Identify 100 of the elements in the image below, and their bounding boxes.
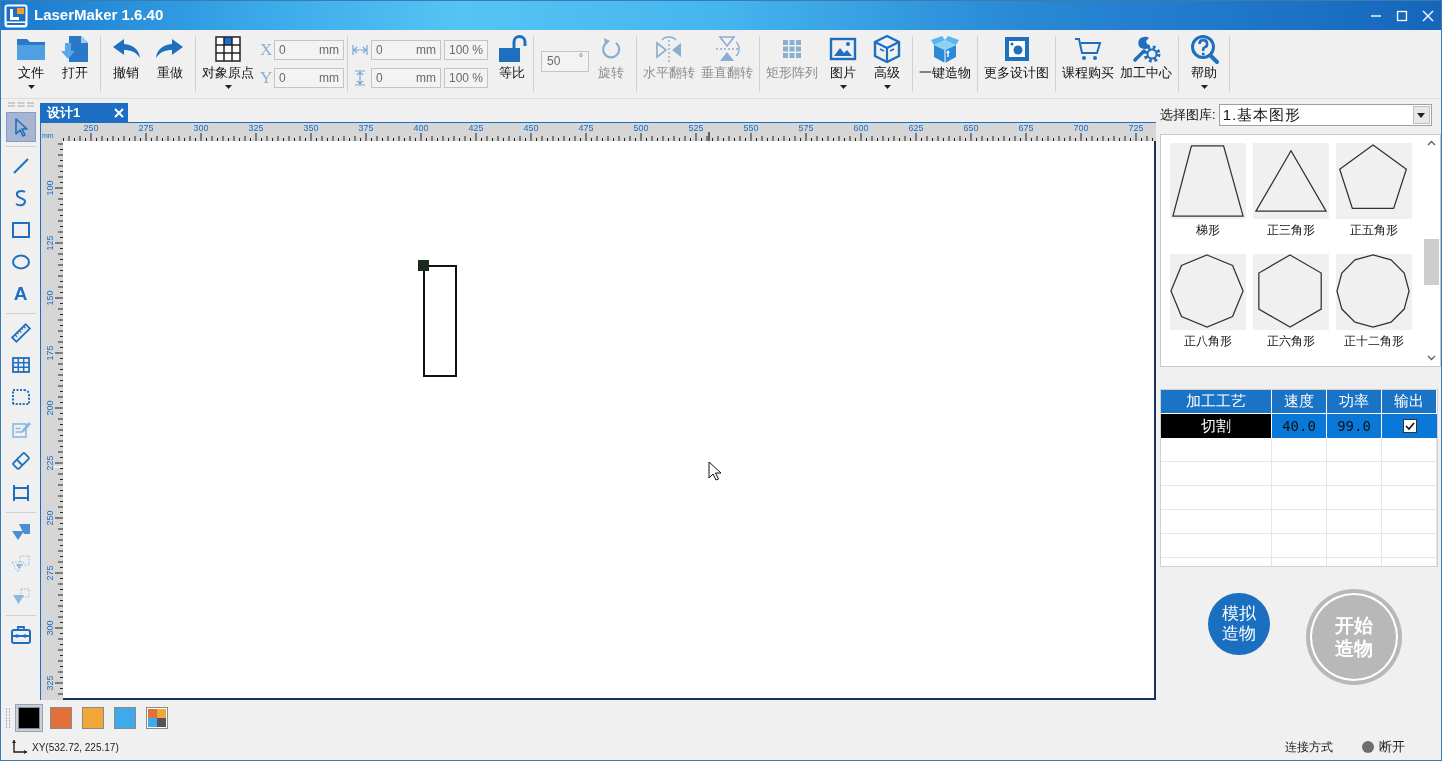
width-field[interactable]: 0 mm bbox=[371, 40, 441, 60]
grip-icon[interactable] bbox=[5, 706, 11, 729]
ruler-label: 300 bbox=[45, 619, 55, 638]
open-button[interactable]: 打开 bbox=[53, 30, 97, 98]
rectangle-icon bbox=[9, 219, 32, 241]
open-padlock-icon bbox=[497, 34, 527, 64]
pointer-tool[interactable] bbox=[5, 112, 36, 142]
image-button[interactable]: 图片 bbox=[821, 30, 865, 98]
ruler-label: 175 bbox=[45, 344, 55, 363]
ruler-label: 675 bbox=[1018, 123, 1034, 133]
ruler-label: 700 bbox=[1073, 123, 1089, 133]
shape-item[interactable]: 正五角形 bbox=[1336, 143, 1412, 247]
ruler-label: 400 bbox=[413, 123, 429, 133]
grid-icon bbox=[213, 34, 243, 64]
shop-button[interactable]: 课程购买 bbox=[1059, 30, 1117, 98]
octagon-icon bbox=[1170, 254, 1246, 330]
ruler-label: 150 bbox=[45, 289, 55, 308]
selection-handle[interactable] bbox=[418, 260, 429, 271]
angle-field[interactable]: 50 ° bbox=[541, 50, 589, 72]
table-cell: 40.0 bbox=[1272, 414, 1327, 438]
gear-wrench-icon bbox=[1131, 34, 1161, 64]
lock-button[interactable]: 等比 bbox=[494, 30, 530, 98]
width-arrows-icon bbox=[352, 42, 368, 58]
table-cell: 切割 bbox=[1161, 414, 1272, 438]
connection-label: 连接方式 bbox=[1285, 739, 1333, 756]
dashed-frame-icon bbox=[9, 386, 32, 408]
ruler-label: 200 bbox=[45, 399, 55, 418]
caret-icon bbox=[839, 85, 847, 89]
help-icon bbox=[1189, 34, 1219, 64]
ruler-label: 100 bbox=[45, 179, 55, 198]
trapezoid-icon bbox=[1170, 143, 1246, 219]
axis-label: X bbox=[260, 40, 274, 60]
width-scale-field[interactable]: 100 % bbox=[444, 40, 488, 60]
one-click-button[interactable]: 一键造物 bbox=[916, 30, 974, 98]
shape-item[interactable]: 正三角形 bbox=[1253, 143, 1329, 247]
connection-status: 断开 bbox=[1379, 738, 1405, 757]
file-button[interactable]: 文件 bbox=[9, 30, 53, 98]
shape-item[interactable]: 正八角形 bbox=[1170, 254, 1246, 358]
height-field[interactable]: 0 mm bbox=[371, 68, 441, 88]
ruler-label: 325 bbox=[248, 123, 264, 133]
table-icon bbox=[9, 354, 32, 376]
simulate-button[interactable]: 模拟造物 bbox=[1208, 593, 1270, 655]
eraser-icon bbox=[9, 450, 32, 472]
ruler-label: 300 bbox=[193, 123, 209, 133]
ruler-label: 575 bbox=[798, 123, 814, 133]
shape-item[interactable]: 正六角形 bbox=[1253, 254, 1329, 358]
redo-button[interactable]: 重做 bbox=[148, 30, 192, 98]
help-button[interactable]: 帮助 bbox=[1182, 30, 1226, 98]
ruler-label: 500 bbox=[633, 123, 649, 133]
ruler-label: 725 bbox=[1128, 123, 1144, 133]
ruler-label: 125 bbox=[45, 234, 55, 253]
undo-button[interactable]: 撤销 bbox=[104, 30, 148, 98]
ruler-label: 625 bbox=[908, 123, 924, 133]
x-position-field[interactable]: 0 mm bbox=[274, 40, 344, 60]
library-dropdown[interactable]: 1.基本图形 bbox=[1218, 104, 1432, 126]
ruler-label: 250 bbox=[83, 123, 99, 133]
axis-icon bbox=[11, 740, 27, 754]
open-box-icon bbox=[930, 34, 960, 64]
ruler-label: 650 bbox=[963, 123, 979, 133]
service-button[interactable]: 加工中心 bbox=[1117, 30, 1175, 98]
ruler-label: 225 bbox=[45, 454, 55, 473]
column-header: 功率 bbox=[1327, 390, 1382, 413]
document-tab[interactable]: 设计1 bbox=[40, 103, 128, 122]
text-tool[interactable]: A bbox=[5, 279, 36, 309]
window-title: LaserMaker 1.6.40 bbox=[34, 5, 164, 26]
origin-button[interactable]: 对象原点 bbox=[199, 30, 257, 98]
scrollbar-thumb[interactable] bbox=[1424, 239, 1439, 285]
grip-icon[interactable] bbox=[5, 102, 36, 107]
close-icon[interactable] bbox=[114, 107, 124, 118]
rectangle-shape[interactable] bbox=[423, 265, 457, 377]
column-header: 加工工艺 bbox=[1161, 390, 1272, 413]
caret-icon bbox=[1417, 112, 1426, 118]
cube-icon bbox=[872, 34, 902, 64]
mouse-pointer-icon bbox=[708, 461, 721, 481]
ruler-label: 450 bbox=[523, 123, 539, 133]
column-header: 输出 bbox=[1382, 390, 1437, 413]
ruler-label: 550 bbox=[743, 123, 759, 133]
y-position-field[interactable]: 0 mm bbox=[274, 68, 344, 88]
height-arrows-icon bbox=[352, 70, 368, 86]
ruler-label: 475 bbox=[578, 123, 594, 133]
caret-icon bbox=[224, 85, 232, 89]
height-scale-field[interactable]: 100 % bbox=[444, 68, 488, 88]
shape-item[interactable]: 梯形 bbox=[1170, 143, 1246, 247]
checkbox[interactable] bbox=[1402, 419, 1417, 433]
caret-icon bbox=[883, 85, 891, 89]
advanced-button[interactable]: 高级 bbox=[865, 30, 909, 98]
ruler-label: 275 bbox=[138, 123, 154, 133]
designs-button[interactable]: 更多设计图 bbox=[981, 30, 1052, 98]
ruler-label: 250 bbox=[45, 509, 55, 528]
table-row[interactable]: 切割 40.0 99.0 bbox=[1161, 414, 1437, 438]
maximize-icon bbox=[1396, 9, 1408, 22]
close-icon bbox=[1422, 9, 1434, 22]
toolbox-icon bbox=[9, 624, 32, 646]
ruler-label: 600 bbox=[853, 123, 869, 133]
multicolor-swatch-icon bbox=[146, 706, 168, 729]
ruler-label: 275 bbox=[45, 564, 55, 583]
ruler-label: 525 bbox=[688, 123, 704, 133]
shape-item[interactable]: 正十二角形 bbox=[1336, 254, 1412, 358]
caret-icon bbox=[1200, 85, 1208, 89]
flip-horizontal-icon bbox=[654, 34, 684, 64]
